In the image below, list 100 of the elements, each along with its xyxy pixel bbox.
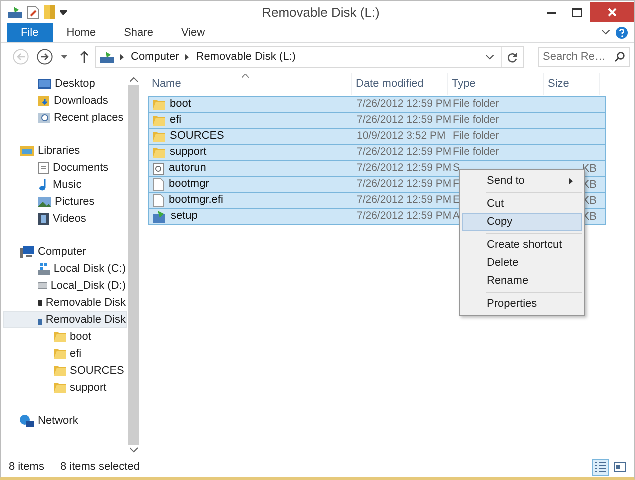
usb-drive-icon — [8, 6, 22, 18]
folder-icon — [153, 147, 165, 158]
file-name: bootmgr — [169, 178, 210, 191]
scroll-up-icon[interactable] — [130, 77, 138, 83]
download-folder-icon — [38, 94, 50, 106]
file-name: SOURCES — [170, 130, 224, 143]
column-header[interactable]: Name — [148, 73, 352, 95]
nav-item[interactable]: Local Disk (C:) — [3, 260, 127, 277]
refresh-icon — [507, 52, 518, 62]
breadcrumb[interactable]: Removable Disk (L:) — [196, 51, 296, 63]
file-type: File folder — [453, 114, 500, 127]
folder-icon — [54, 365, 66, 376]
file-type: E — [453, 194, 460, 207]
window-title: Removable Disk (L:) — [261, 4, 381, 20]
scroll-down-icon[interactable] — [130, 447, 138, 453]
breadcrumb[interactable]: Computer — [131, 51, 180, 63]
date-modified: 7/26/2012 12:59 PM — [357, 210, 452, 223]
date-modified: 7/26/2012 12:59 PM — [357, 162, 452, 175]
system-drive-icon — [38, 262, 50, 274]
date-modified: 7/26/2012 12:59 PM — [357, 114, 452, 127]
file-row[interactable]: SOURCES 10/9/2012 3:52 PM File folder — [148, 128, 606, 145]
nav-item[interactable]: Removable Disk — [3, 294, 127, 311]
date-modified: 7/26/2012 12:59 PM — [357, 98, 452, 111]
nav-item[interactable]: Music — [3, 176, 127, 193]
monitor-icon — [38, 78, 51, 88]
submenu-arrow-icon — [569, 178, 573, 184]
date-modified: 7/26/2012 12:59 PM — [357, 194, 452, 207]
recent-locations-button[interactable] — [61, 55, 68, 59]
chevron-icon — [120, 54, 125, 60]
dropdown-icon[interactable] — [60, 9, 67, 15]
date-modified: 10/9/2012 3:52 PM — [357, 130, 446, 143]
film-icon — [38, 212, 49, 224]
nav-item[interactable]: Videos — [3, 210, 127, 227]
file-row[interactable]: efi 7/26/2012 12:59 PM File folder — [148, 112, 606, 129]
menu-item[interactable]: Rename — [462, 272, 582, 290]
nav-item[interactable]: boot — [3, 328, 127, 345]
nav-item[interactable]: Downloads — [3, 92, 127, 109]
nav-item[interactable]: Desktop — [3, 75, 127, 92]
file-type: File folder — [453, 146, 500, 159]
pictures-icon — [38, 196, 51, 206]
menu-item[interactable]: Create shortcut — [462, 236, 582, 254]
nav-item[interactable]: SOURCES — [3, 362, 127, 379]
selection-count: 8 items selected — [60, 461, 140, 473]
chevron-icon — [185, 54, 190, 60]
search-field[interactable]: Search Re… — [538, 47, 630, 67]
file-type: File folder — [453, 98, 500, 111]
help-icon[interactable] — [616, 26, 628, 38]
file-row[interactable]: support 7/26/2012 12:59 PM File folder — [148, 144, 606, 161]
drive-icon — [38, 300, 42, 306]
computer-icon — [20, 246, 34, 258]
column-header[interactable]: Size — [544, 73, 600, 95]
close-button[interactable] — [590, 2, 634, 22]
document-icon — [38, 162, 49, 174]
column-header[interactable]: Type — [448, 73, 544, 95]
nav-item[interactable]: efi — [3, 345, 127, 362]
close-icon — [608, 8, 616, 16]
properties-icon[interactable] — [27, 6, 39, 18]
folder-icon — [153, 115, 165, 126]
file-tab[interactable]: File — [7, 23, 53, 42]
date-modified: 7/26/2012 12:59 PM — [357, 178, 452, 191]
folder-icon — [54, 331, 66, 342]
nav-item[interactable]: Libraries — [3, 142, 127, 159]
file-name: autorun — [169, 162, 206, 175]
nav-item[interactable]: Removable Disk — [3, 311, 127, 328]
library-icon — [20, 145, 34, 156]
file-icon — [153, 178, 164, 191]
up-button[interactable] — [80, 51, 89, 63]
nav-item[interactable]: Recent places — [3, 109, 127, 126]
search-icon — [615, 52, 625, 62]
folder-icon — [153, 99, 165, 110]
folder-icon — [54, 348, 66, 359]
folder-icon — [153, 131, 165, 142]
nav-item[interactable]: Documents — [3, 159, 127, 176]
file-name: setup — [171, 210, 198, 223]
file-name: bootmgr.efi — [169, 194, 224, 207]
menu-item[interactable]: Properties — [462, 295, 582, 313]
nav-item[interactable]: Network — [3, 412, 127, 429]
nav-item[interactable]: support — [3, 379, 127, 396]
file-icon — [153, 194, 164, 207]
file-row[interactable]: boot 7/26/2012 12:59 PM File folder — [148, 96, 606, 113]
expand-ribbon-icon[interactable] — [602, 30, 610, 35]
nav-item[interactable]: Computer — [3, 243, 127, 260]
details-view-button[interactable] — [592, 458, 609, 476]
folder-icon — [54, 382, 66, 393]
menu-item[interactable]: Copy — [462, 213, 582, 231]
recent-places-icon — [38, 112, 50, 124]
file-type: File folder — [453, 130, 500, 143]
menu-item[interactable]: Delete — [462, 254, 582, 272]
column-header[interactable]: Date modified — [352, 73, 448, 95]
ribbon-tab[interactable]: Home — [52, 23, 110, 42]
ribbon-tab[interactable]: Share — [110, 23, 168, 42]
address-field[interactable]: Computer Removable Disk (L:) — [95, 46, 524, 68]
settings-file-icon — [153, 162, 164, 174]
forward-button[interactable] — [37, 49, 53, 65]
drive-icon — [38, 282, 47, 290]
nav-item[interactable]: Pictures — [3, 193, 127, 210]
setup-icon — [153, 210, 166, 222]
nav-item[interactable]: Local_Disk (D:) — [3, 277, 127, 294]
ribbon-tab[interactable]: View — [167, 23, 220, 42]
maximize-icon — [572, 8, 582, 16]
